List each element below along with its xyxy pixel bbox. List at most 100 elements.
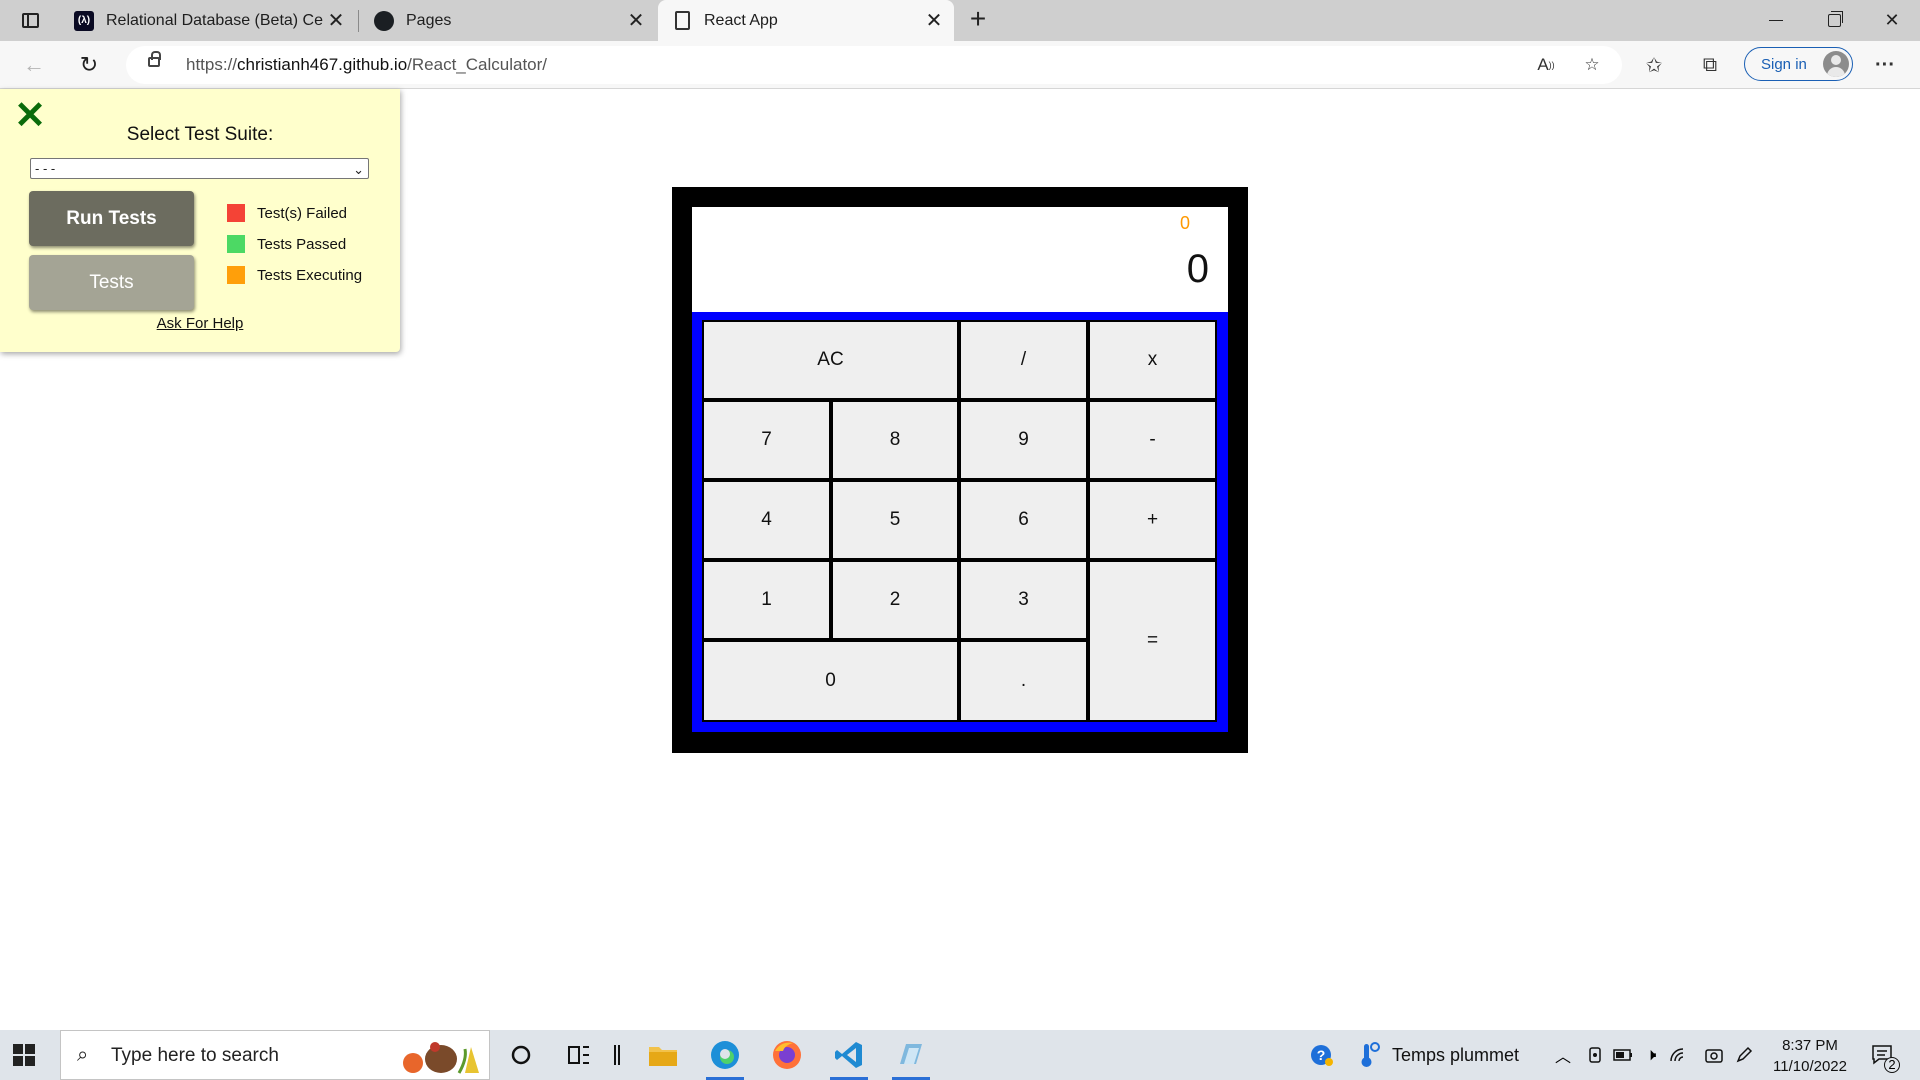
run-tests-button[interactable]: Run Tests <box>29 191 194 246</box>
collections-icon[interactable]: ⧉ <box>1693 50 1727 80</box>
close-window-icon: ✕ <box>1884 10 1900 30</box>
add-button[interactable]: + <box>1088 480 1217 560</box>
eight-button[interactable]: 8 <box>831 400 959 480</box>
read-aloud-icon[interactable]: A)) <box>1532 52 1560 78</box>
tab-relational-database[interactable]: (λ) Relational Database (Beta) Certifi ✕ <box>60 0 356 41</box>
url-text[interactable]: https://christianh467.github.io/React_Ca… <box>186 55 547 75</box>
url-prefix: https:// <box>186 55 238 74</box>
chevron-up-icon: ︿ <box>1554 1049 1571 1066</box>
four-button[interactable]: 4 <box>702 480 831 560</box>
notifications-button[interactable]: 2 <box>1864 1033 1904 1077</box>
tab-title: Pages <box>406 11 452 29</box>
reload-button[interactable]: ↻ <box>72 49 106 81</box>
windows-start-icon[interactable] <box>13 1044 35 1066</box>
task-view-button[interactable] <box>552 1033 606 1077</box>
lock-icon[interactable] <box>148 51 161 67</box>
favorites-icon[interactable]: ✩ <box>1637 50 1671 80</box>
battery-button[interactable] <box>1608 1033 1638 1077</box>
three-button[interactable]: 3 <box>959 560 1088 640</box>
folder-icon <box>649 1047 677 1066</box>
restore-icon <box>1827 11 1843 27</box>
tests-button[interactable]: Tests <box>29 255 194 310</box>
weather-text[interactable]: Temps plummet <box>1392 1045 1519 1066</box>
widgets-button[interactable] <box>600 1033 634 1077</box>
legend-passed: Tests Passed <box>227 234 346 254</box>
edge-icon <box>711 1041 739 1069</box>
close-window-button[interactable]: ✕ <box>1864 0 1920 41</box>
avatar <box>1823 51 1849 77</box>
camera-button[interactable] <box>1700 1033 1728 1077</box>
sign-in-button[interactable]: Sign in <box>1744 47 1853 81</box>
task-view-icon <box>568 1046 589 1064</box>
speaker-icon: 🕨 <box>1645 1045 1657 1064</box>
close-tab-icon[interactable]: ✕ <box>324 9 348 33</box>
vscode-button[interactable] <box>822 1033 876 1080</box>
editor-app-button[interactable] <box>884 1033 938 1080</box>
address-bar[interactable]: https://christianh467.github.io/React_Ca… <box>126 46 1622 84</box>
sign-in-label: Sign in <box>1761 55 1807 73</box>
tab-pages[interactable]: Pages ✕ <box>360 0 656 41</box>
weather-button[interactable] <box>1352 1033 1388 1077</box>
chevron-down-icon: ⌄ <box>353 162 364 177</box>
two-button[interactable]: 2 <box>831 560 959 640</box>
output-display: 0 <box>1186 247 1209 291</box>
divide-button[interactable]: / <box>959 320 1088 400</box>
cortana-button[interactable] <box>494 1033 548 1077</box>
volume-button[interactable]: 🕨 <box>1636 1033 1666 1077</box>
page-icon <box>672 11 692 31</box>
camera-icon <box>1705 1049 1723 1063</box>
legend-label: Tests Executing <box>257 266 363 284</box>
decimal-button[interactable]: . <box>959 640 1088 722</box>
svg-text:?: ? <box>1317 1047 1326 1063</box>
add-favorite-icon[interactable]: ☆ <box>1578 52 1606 78</box>
pen-button[interactable] <box>1730 1033 1758 1077</box>
network-button[interactable] <box>1664 1033 1694 1077</box>
file-explorer-button[interactable] <box>636 1033 690 1077</box>
multiply-button[interactable]: x <box>1088 320 1217 400</box>
close-tab-icon[interactable]: ✕ <box>922 9 946 33</box>
help-icon: ? <box>1311 1045 1333 1066</box>
five-button[interactable]: 5 <box>831 480 959 560</box>
browser-toolbar: ← ↻ https://christianh467.github.io/Reac… <box>0 41 1920 89</box>
tab-title: React App <box>704 11 778 29</box>
firefox-button[interactable] <box>760 1033 814 1077</box>
back-button[interactable]: ← <box>17 49 51 81</box>
show-hidden-icons-button[interactable]: ︿ <box>1548 1033 1578 1077</box>
legend-label: Tests Passed <box>257 235 347 253</box>
tab-actions-icon <box>21 12 39 28</box>
subtract-button[interactable]: - <box>1088 400 1217 480</box>
freecodecamp-icon: (λ) <box>74 10 94 31</box>
help-button[interactable]: ? <box>1302 1033 1342 1077</box>
minimize-button[interactable] <box>1748 0 1804 41</box>
ask-for-help-link[interactable]: Ask For Help <box>0 315 400 332</box>
failed-swatch <box>227 204 245 222</box>
test-suite-select[interactable]: - - - ⌄ <box>30 158 369 179</box>
new-tab-button[interactable]: + <box>962 5 994 34</box>
legend-label: Test(s) Failed <box>257 204 348 222</box>
tab-title: Relational Database (Beta) Certifi <box>106 11 324 29</box>
cortana-icon <box>511 1045 531 1065</box>
legend-failed: Test(s) Failed <box>227 203 347 223</box>
notification-count: 2 <box>1884 1057 1900 1073</box>
restore-button[interactable] <box>1806 0 1862 41</box>
executing-swatch <box>227 266 245 284</box>
battery-icon <box>1613 1049 1632 1061</box>
url-path: /React_Calculator/ <box>407 55 547 74</box>
seven-button[interactable]: 7 <box>702 400 831 480</box>
more-menu-button[interactable]: ··· <box>1868 50 1902 80</box>
tab-actions-button[interactable] <box>14 7 46 33</box>
formula-display: 0 <box>1179 213 1190 233</box>
taskbar-search[interactable]: ⌕ Type here to search <box>60 1030 490 1080</box>
zero-button[interactable]: 0 <box>702 640 959 722</box>
meet-now-button[interactable] <box>1580 1033 1610 1077</box>
tab-react-app[interactable]: React App ✕ <box>658 0 954 41</box>
clear-button[interactable]: AC <box>702 320 959 400</box>
one-button[interactable]: 1 <box>702 560 831 640</box>
keypad: AC / x 7 8 9 - 4 5 6 + 1 2 3 = 0 . <box>692 312 1228 732</box>
six-button[interactable]: 6 <box>959 480 1088 560</box>
close-tab-icon[interactable]: ✕ <box>624 9 648 33</box>
nine-button[interactable]: 9 <box>959 400 1088 480</box>
equals-button[interactable]: = <box>1088 560 1217 722</box>
clock[interactable]: 8:37 PM 11/10/2022 <box>1762 1035 1858 1077</box>
edge-button[interactable] <box>698 1033 752 1080</box>
